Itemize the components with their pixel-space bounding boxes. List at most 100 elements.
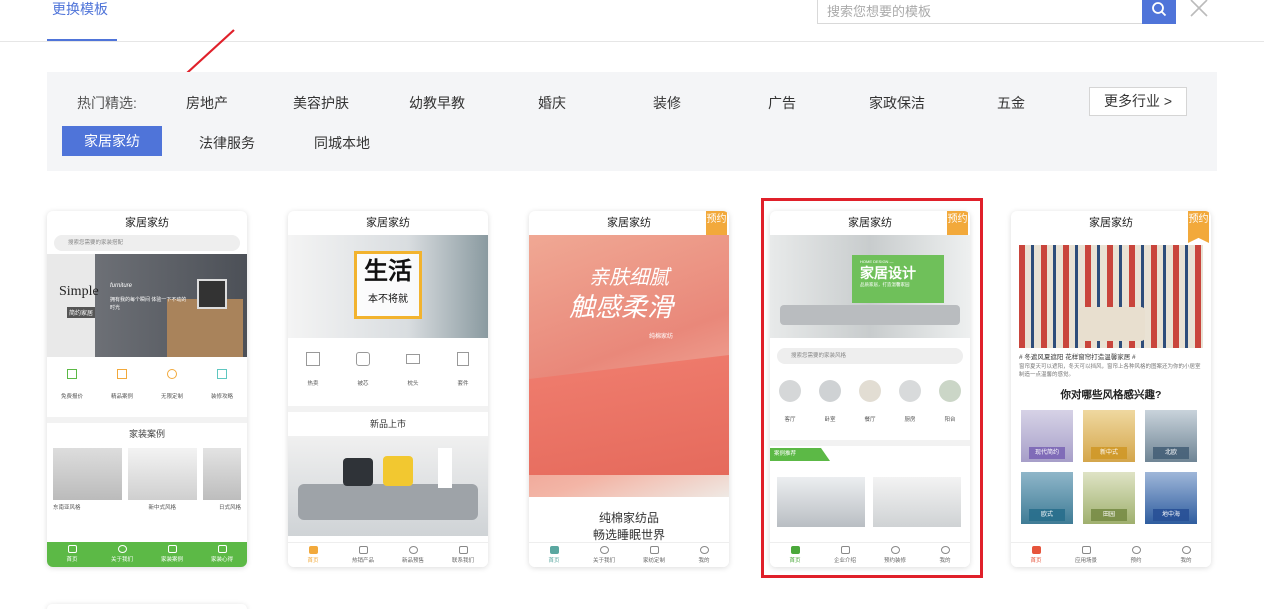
hero-text-desc: 拥有我的每个瞬间 体验一下不动的时光	[110, 297, 187, 311]
hero-line-1: 亲肤细腻	[589, 267, 669, 289]
category-set: 套件	[438, 352, 488, 390]
filter-hardware[interactable]: 五金	[997, 93, 1025, 113]
hero-image	[1019, 245, 1203, 348]
grid-icon	[167, 545, 177, 553]
user-icon	[117, 545, 127, 553]
style-grid: 现代简约 新中式 北欧 欧式 田园 地中海	[1011, 410, 1211, 524]
search-input[interactable]: 搜索您想要的模板	[817, 0, 1142, 24]
hero-image: 生活 本不将就	[288, 235, 488, 338]
phone-icon	[458, 546, 468, 554]
clock-icon	[1131, 546, 1141, 554]
tab-about: 关于我们	[579, 543, 629, 567]
service-row: 免费报价 精品案例 无限定制 装修攻略	[47, 369, 247, 403]
grid-icon	[358, 546, 368, 554]
card-tab-bar: 首页 关于我们 家纺定制 我的	[529, 542, 729, 567]
filter-legal[interactable]: 法律服务	[199, 133, 255, 153]
case-item: 日式风格	[202, 448, 242, 511]
home-icon	[1031, 546, 1041, 554]
headline: # 冬遮风夏遮阳 花样窗帘打造温馨家居 #	[1019, 354, 1136, 361]
description: 窗帘夏天可以遮阳，冬天可以挡风，窗帘上各种风格的图案还为你的小居室制造一点温馨的…	[1019, 364, 1201, 378]
person-icon	[699, 546, 709, 554]
service-guide: 装修攻略	[197, 369, 247, 403]
search-button[interactable]	[1142, 0, 1176, 24]
tab-new: 新品预售	[388, 543, 438, 567]
service-custom: 无限定制	[147, 369, 197, 403]
hero-image: Simple furniture 简约家居 拥有我的每个瞬间 体验一下不动的时光	[47, 254, 247, 357]
filter-early-education[interactable]: 幼教早教	[409, 93, 465, 113]
tab-booking: 预约	[1111, 543, 1161, 567]
filter-decoration[interactable]: 装修	[653, 93, 681, 113]
filter-home-textiles[interactable]: 家居家纺	[62, 126, 162, 156]
template-card-3[interactable]: 家居家纺 预约 亲肤细腻 触感柔滑 纯棉家纺 纯棉家纺品 畅选睡眠世界 首页 关…	[529, 211, 729, 567]
hero-text-simple-home: 简约家居	[67, 307, 96, 318]
category-row: 热卖 被芯 枕头 套件	[288, 352, 488, 390]
home-icon	[67, 545, 77, 553]
section-title: 新品上市	[369, 419, 406, 429]
category-pillow: 枕头	[388, 352, 438, 390]
person-icon	[1181, 546, 1191, 554]
template-card-1[interactable]: 家居家纺 搜索您需要的家装搭配 Simple furniture 简约家居 拥有…	[47, 211, 247, 567]
style-item: 地中海	[1145, 472, 1197, 524]
card-tab-bar: 首页 应用场景 预约 我的	[1011, 542, 1211, 567]
mini-search: 搜索您需要的家装搭配	[54, 235, 240, 251]
template-card-6-partial[interactable]	[47, 604, 247, 609]
hero-image: 亲肤细腻 触感柔滑 纯棉家纺	[529, 235, 729, 497]
tab-contact: 联系我们	[438, 543, 488, 567]
more-industries-button[interactable]: 更多行业 >	[1089, 87, 1187, 116]
card-title: 家居家纺	[1089, 217, 1133, 229]
banner-line-1: 纯棉家纺品	[598, 511, 659, 525]
bottom-banner: 纯棉家纺品 畅选睡眠世界	[529, 499, 729, 543]
grid-icon	[1081, 546, 1091, 554]
hero-text-furniture: furniture	[110, 283, 133, 289]
filter-beauty[interactable]: 美容护肤	[293, 93, 349, 113]
style-item: 北欧	[1145, 410, 1197, 462]
filter-advertising[interactable]: 广告	[768, 93, 796, 113]
card-tab-bar: 首页 关于我们 家装案例 家装心得	[47, 542, 247, 567]
template-card-5[interactable]: 家居家纺 预约 # 冬遮风夏遮阳 花样窗帘打造温馨家居 # 窗帘夏天可以遮阳，冬…	[1011, 211, 1211, 567]
industry-filter: 热门精选: 房地产 美容护肤 幼教早教 婚庆 装修 广告 家政保洁 五金 更多行…	[47, 72, 1217, 171]
filter-wedding[interactable]: 婚庆	[538, 93, 566, 113]
hero-tag: 纯棉家纺	[649, 334, 674, 340]
document-icon	[649, 546, 659, 554]
style-item: 现代简约	[1021, 410, 1073, 462]
selection-highlight	[761, 198, 983, 578]
service-cases: 精品案例	[97, 369, 147, 403]
tab-notes: 家装心得	[197, 542, 247, 567]
case-item: 新中式风格	[127, 448, 197, 511]
hot-picks-label: 热门精选:	[77, 95, 137, 111]
style-item: 新中式	[1083, 410, 1135, 462]
user-icon	[599, 546, 609, 554]
style-item: 田园	[1083, 472, 1135, 524]
reserve-badge: 预约	[1188, 211, 1209, 243]
tab-custom: 家纺定制	[629, 543, 679, 567]
tab-about: 关于我们	[97, 542, 147, 567]
card-title: 家居家纺	[366, 217, 410, 229]
hero-small-text: 本不将就	[368, 294, 408, 305]
card-title: 家居家纺	[607, 217, 651, 229]
category-hot: 热卖	[288, 352, 338, 390]
service-quote: 免费报价	[47, 369, 97, 403]
document-icon	[217, 545, 227, 553]
close-icon[interactable]	[1188, 0, 1210, 19]
filter-local[interactable]: 同城本地	[314, 133, 370, 153]
tab-home: 首页	[47, 542, 97, 567]
tab-change-template[interactable]: 更换模板	[52, 0, 108, 18]
filter-real-estate[interactable]: 房地产	[186, 93, 228, 113]
home-icon	[308, 546, 318, 554]
hero-big-text: 生活	[364, 258, 412, 285]
tab-cases: 家装案例	[147, 542, 197, 567]
home-icon	[549, 546, 559, 554]
filter-housekeeping[interactable]: 家政保洁	[869, 93, 925, 113]
template-card-2[interactable]: 家居家纺 生活 本不将就 热卖 被芯 枕头 套件 新品上市 首页 热销产品 新品…	[288, 211, 488, 567]
card-tab-bar: 首页 热销产品 新品预售 联系我们	[288, 542, 488, 567]
tab-mine: 我的	[679, 543, 729, 567]
tab-home: 首页	[1011, 543, 1061, 567]
card-title: 家居家纺	[125, 217, 169, 229]
tab-mine: 我的	[1161, 543, 1211, 567]
tab-home: 首页	[529, 543, 579, 567]
banner-line-2: 畅选睡眠世界	[592, 528, 665, 542]
product-image	[288, 436, 488, 536]
hero-text-simple: Simple	[59, 284, 99, 299]
hero-line-2: 触感柔滑	[569, 292, 674, 322]
tab-underline	[47, 39, 117, 41]
